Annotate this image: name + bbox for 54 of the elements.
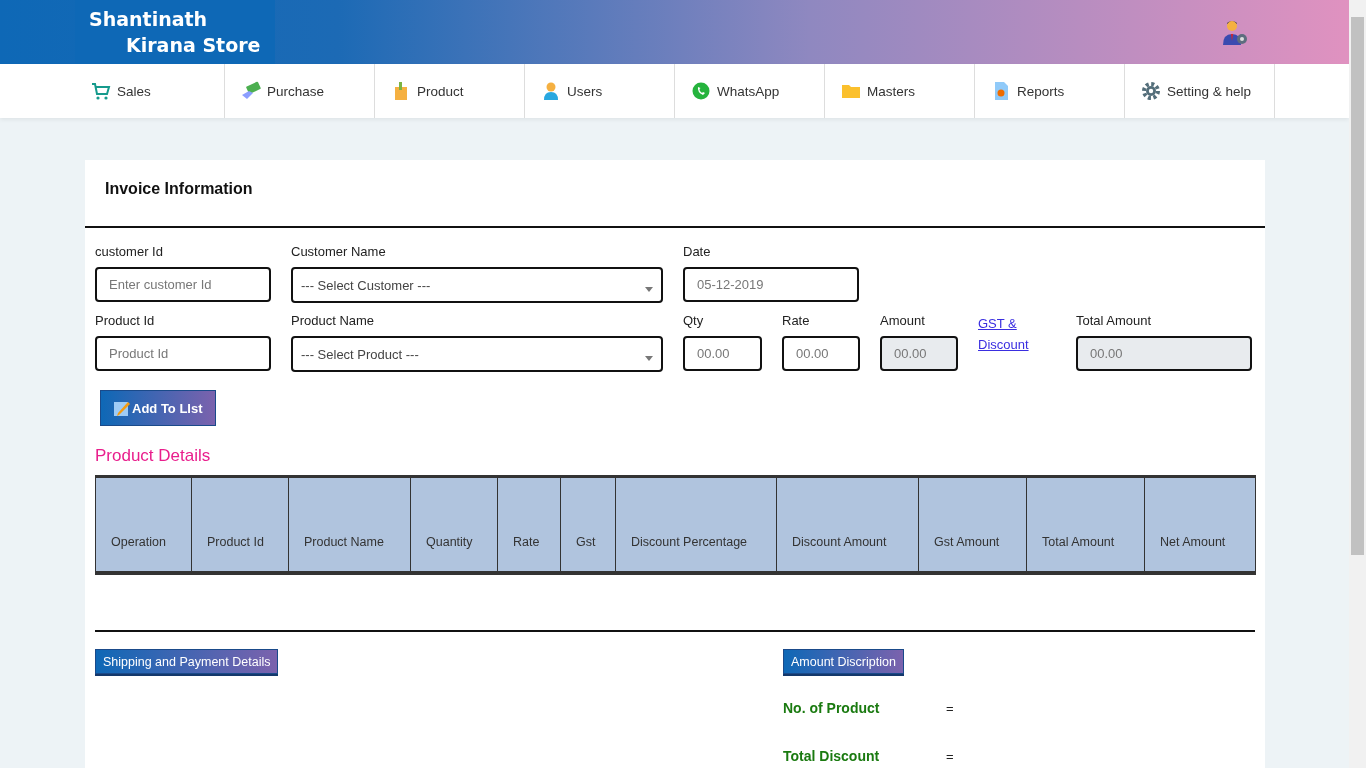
nav-label: Setting & help: [1167, 83, 1252, 99]
chat-icon: [691, 81, 711, 101]
field-label: Date: [683, 244, 712, 259]
field-label: customer Id: [95, 244, 164, 259]
nav-label: Sales: [117, 83, 151, 99]
nav-item[interactable]: Masters: [825, 64, 975, 118]
user-settings-icon[interactable]: [1221, 18, 1249, 46]
caret-icon: [645, 286, 653, 292]
summary-label: Total Discount: [783, 748, 881, 764]
nav-label: Users: [567, 83, 603, 99]
equals-sign: =: [946, 748, 954, 764]
field-label: Amount: [880, 313, 926, 328]
gear-icon: [1141, 81, 1161, 101]
summary-label: No. of Product: [783, 700, 881, 716]
nav-label: Masters: [867, 83, 915, 99]
select-field[interactable]: --- Select Product ---: [291, 336, 663, 372]
pencil-note-icon: [113, 399, 130, 417]
column-header: Operation: [95, 476, 192, 573]
money-icon: [241, 81, 261, 101]
input-field[interactable]: Enter customer Id: [95, 267, 271, 302]
field-label: Rate: [782, 313, 811, 328]
caret-icon: [645, 355, 653, 361]
field-label: Total Amount: [1076, 313, 1153, 328]
input-field[interactable]: 00.00: [683, 336, 762, 371]
shipping-payment-button[interactable]: Shipping and Payment Details: [95, 649, 279, 674]
nav-item[interactable]: Users: [525, 64, 675, 118]
nav-label: WhatsApp: [717, 83, 780, 99]
equals-sign: =: [946, 700, 954, 716]
select-field[interactable]: --- Select Customer ---: [291, 267, 663, 303]
nav-item[interactable]: Product: [375, 64, 525, 118]
add-to-list-button[interactable]: Add To LIst: [100, 390, 216, 426]
nav-item[interactable]: Setting & help: [1125, 64, 1275, 118]
gst-discount-link[interactable]: GST & Discount: [978, 313, 1056, 355]
field-label: Product Id: [95, 313, 156, 328]
user-icon: [541, 81, 561, 101]
nav-item[interactable]: Reports: [975, 64, 1125, 118]
nav-label: Product: [417, 83, 464, 99]
input-field[interactable]: Product Id: [95, 336, 271, 371]
nav-item[interactable]: WhatsApp: [675, 64, 825, 118]
nav-label: Purchase: [267, 83, 325, 99]
input-field[interactable]: 00.00: [782, 336, 860, 371]
cart-icon: [91, 81, 111, 101]
store-logo[interactable]: Shantinath Kirana Store: [75, 0, 275, 64]
section-title: Product Details: [95, 446, 212, 466]
amount-description-button[interactable]: Amount Discription: [783, 649, 904, 674]
input-field[interactable]: 05-12-2019: [683, 267, 859, 302]
card-title: Invoice Information: [85, 160, 1265, 228]
nav-item[interactable]: Purchase: [225, 64, 375, 118]
field-label: Qty: [683, 313, 705, 328]
field-label: Product Name: [291, 313, 376, 328]
scrollbar[interactable]: [1349, 0, 1366, 768]
field-label: Customer Name: [291, 244, 387, 259]
nav-label: Reports: [1017, 83, 1065, 99]
nav-item[interactable]: Sales: [75, 64, 225, 118]
